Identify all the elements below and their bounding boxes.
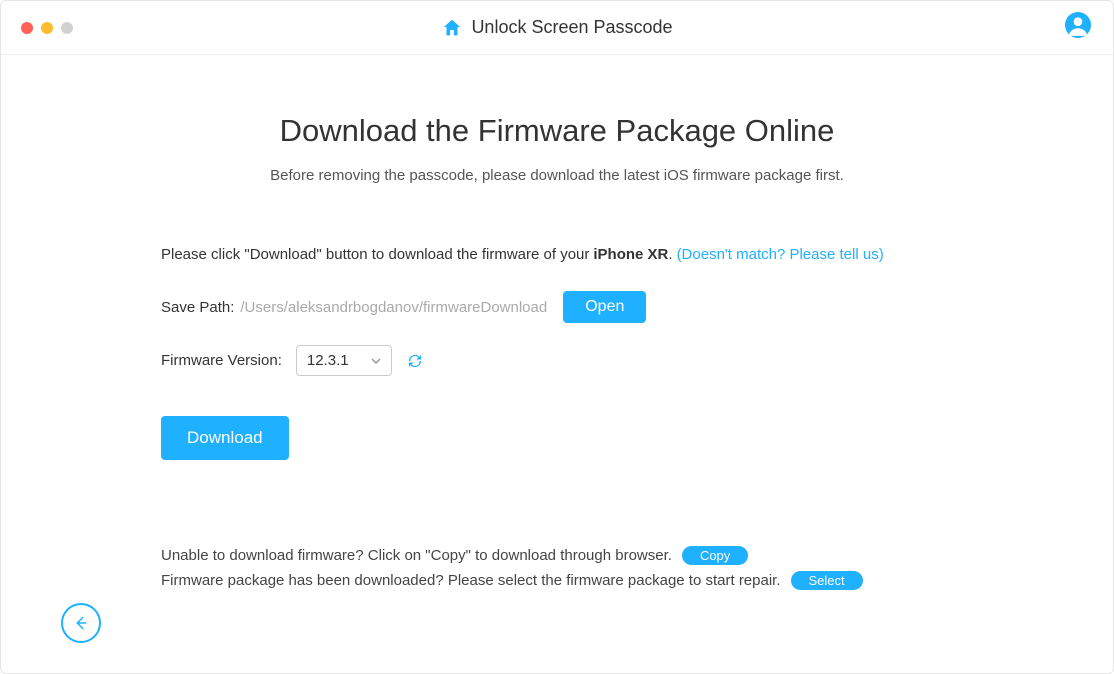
main-content: Download the Firmware Package Online Bef…: [1, 55, 1113, 590]
close-window-button[interactable]: [21, 22, 33, 34]
profile-button[interactable]: [1065, 12, 1091, 43]
instruction-period: .: [668, 246, 672, 263]
save-path-row: Save Path: /Users/aleksandrbogdanov/firm…: [161, 291, 953, 323]
page-heading: Download the Firmware Package Online: [161, 113, 953, 149]
footer-line-select: Firmware package has been downloaded? Pl…: [161, 571, 953, 590]
title-center: Unlock Screen Passcode: [21, 17, 1093, 39]
firmware-version-label: Firmware Version:: [161, 352, 282, 369]
instruction-prefix: Please click "Download" button to downlo…: [161, 246, 589, 263]
user-icon: [1065, 12, 1091, 38]
titlebar: Unlock Screen Passcode: [1, 1, 1113, 55]
maximize-window-button[interactable]: [61, 22, 73, 34]
refresh-icon[interactable]: [406, 352, 424, 370]
select-button[interactable]: Select: [791, 571, 863, 590]
back-button[interactable]: [61, 603, 101, 643]
copy-button[interactable]: Copy: [682, 546, 748, 565]
minimize-window-button[interactable]: [41, 22, 53, 34]
save-path-label: Save Path:: [161, 299, 234, 316]
home-icon[interactable]: [441, 17, 463, 39]
device-name: iPhone XR: [593, 246, 668, 263]
download-button[interactable]: Download: [161, 416, 289, 460]
chevron-down-icon: [371, 356, 381, 366]
window-controls: [21, 22, 73, 34]
footer-line-copy: Unable to download firmware? Click on "C…: [161, 546, 953, 565]
window-title: Unlock Screen Passcode: [471, 17, 672, 38]
footer-select-text: Firmware package has been downloaded? Pl…: [161, 572, 781, 589]
arrow-left-icon: [72, 614, 90, 632]
firmware-version-select[interactable]: 12.3.1: [296, 345, 392, 376]
firmware-version-row: Firmware Version: 12.3.1: [161, 345, 953, 376]
footer-copy-text: Unable to download firmware? Click on "C…: [161, 547, 672, 564]
device-mismatch-link[interactable]: (Doesn't match? Please tell us): [677, 246, 884, 263]
page-subheading: Before removing the passcode, please dow…: [161, 167, 953, 184]
save-path-value: /Users/aleksandrbogdanov/firmwareDownloa…: [240, 299, 547, 316]
open-button[interactable]: Open: [563, 291, 646, 323]
firmware-version-value: 12.3.1: [307, 352, 349, 369]
instruction-line: Please click "Download" button to downlo…: [161, 246, 953, 263]
